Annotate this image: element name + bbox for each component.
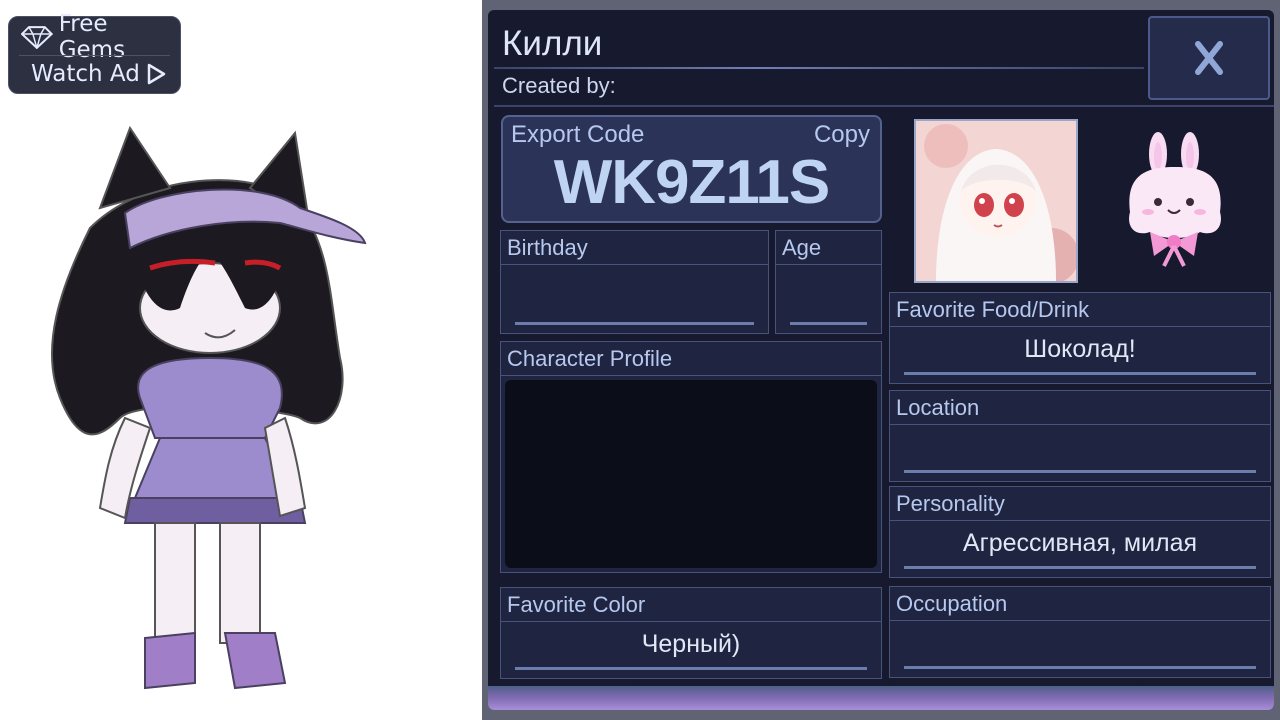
character-profile-textarea[interactable]	[505, 380, 877, 568]
age-label: Age	[776, 231, 881, 265]
location-label: Location	[890, 391, 1270, 425]
export-code-label: Export Code	[511, 121, 645, 148]
favorite-food-underline	[904, 372, 1256, 375]
watch-ad-row: Watch Ad	[31, 56, 166, 92]
birthday-value	[501, 267, 768, 307]
age-field[interactable]: Age	[775, 230, 882, 334]
copy-button[interactable]: Copy	[814, 121, 870, 149]
export-code-value: WK9Z11S	[553, 148, 831, 217]
profile-panel: Килли Created by: Export Code Copy WK9Z1…	[482, 0, 1280, 720]
play-icon	[147, 63, 166, 85]
header-divider-bottom	[494, 105, 1274, 107]
personality-field[interactable]: Personality Агрессивная, милая	[889, 486, 1271, 578]
character-avatar[interactable]	[914, 119, 1078, 283]
profile-card: Килли Created by: Export Code Copy WK9Z1…	[488, 10, 1274, 710]
character-name: Килли	[502, 24, 603, 63]
personality-underline	[904, 566, 1256, 569]
personality-value: Агрессивная, милая	[962, 529, 1198, 557]
created-by-label: Created by:	[502, 73, 616, 98]
favorite-food-value: Шоколад!	[1024, 335, 1136, 363]
birthday-underline	[515, 322, 754, 325]
character-figure[interactable]	[30, 118, 390, 708]
age-value	[776, 267, 881, 307]
occupation-field[interactable]: Occupation	[889, 586, 1271, 678]
age-underline	[790, 322, 867, 325]
favorite-color-value: Черный)	[641, 630, 741, 658]
favorite-food-field[interactable]: Favorite Food/Drink Шоколад!	[889, 292, 1271, 384]
location-field[interactable]: Location	[889, 390, 1271, 482]
location-value	[890, 427, 1270, 467]
occupation-value	[890, 623, 1270, 663]
birthday-field[interactable]: Birthday	[500, 230, 769, 334]
occupation-label: Occupation	[890, 587, 1270, 621]
bunny-icon	[1129, 132, 1221, 267]
location-underline	[904, 470, 1256, 473]
bottom-gradient-bar	[488, 686, 1274, 710]
avatar-illustration	[916, 121, 1076, 281]
free-gems-button[interactable]: Free Gems Watch Ad	[8, 11, 181, 94]
gem-icon	[21, 26, 53, 49]
free-gems-row: Free Gems	[21, 11, 180, 63]
character-profile-label: Character Profile	[501, 342, 881, 376]
watch-ad-label: Watch Ad	[31, 61, 140, 87]
export-code-box: Export Code Copy WK9Z11S	[501, 115, 882, 223]
favorite-color-label: Favorite Color	[501, 588, 881, 622]
favorite-food-label: Favorite Food/Drink	[890, 293, 1270, 327]
character-profile-field[interactable]: Character Profile	[500, 341, 882, 573]
favorite-color-field[interactable]: Favorite Color Черный)	[500, 587, 882, 679]
occupation-underline	[904, 666, 1256, 669]
favorite-color-underline	[515, 667, 867, 670]
header-divider	[494, 67, 1144, 69]
close-icon	[1195, 41, 1223, 75]
personality-label: Personality	[890, 487, 1270, 521]
close-button[interactable]	[1148, 16, 1270, 100]
birthday-label: Birthday	[501, 231, 768, 265]
